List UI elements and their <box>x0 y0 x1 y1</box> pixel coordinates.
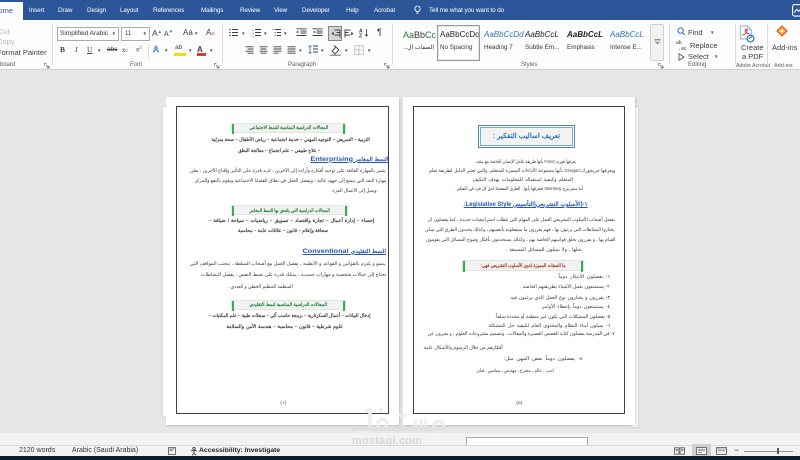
svg-text:Z: Z <box>359 34 362 39</box>
